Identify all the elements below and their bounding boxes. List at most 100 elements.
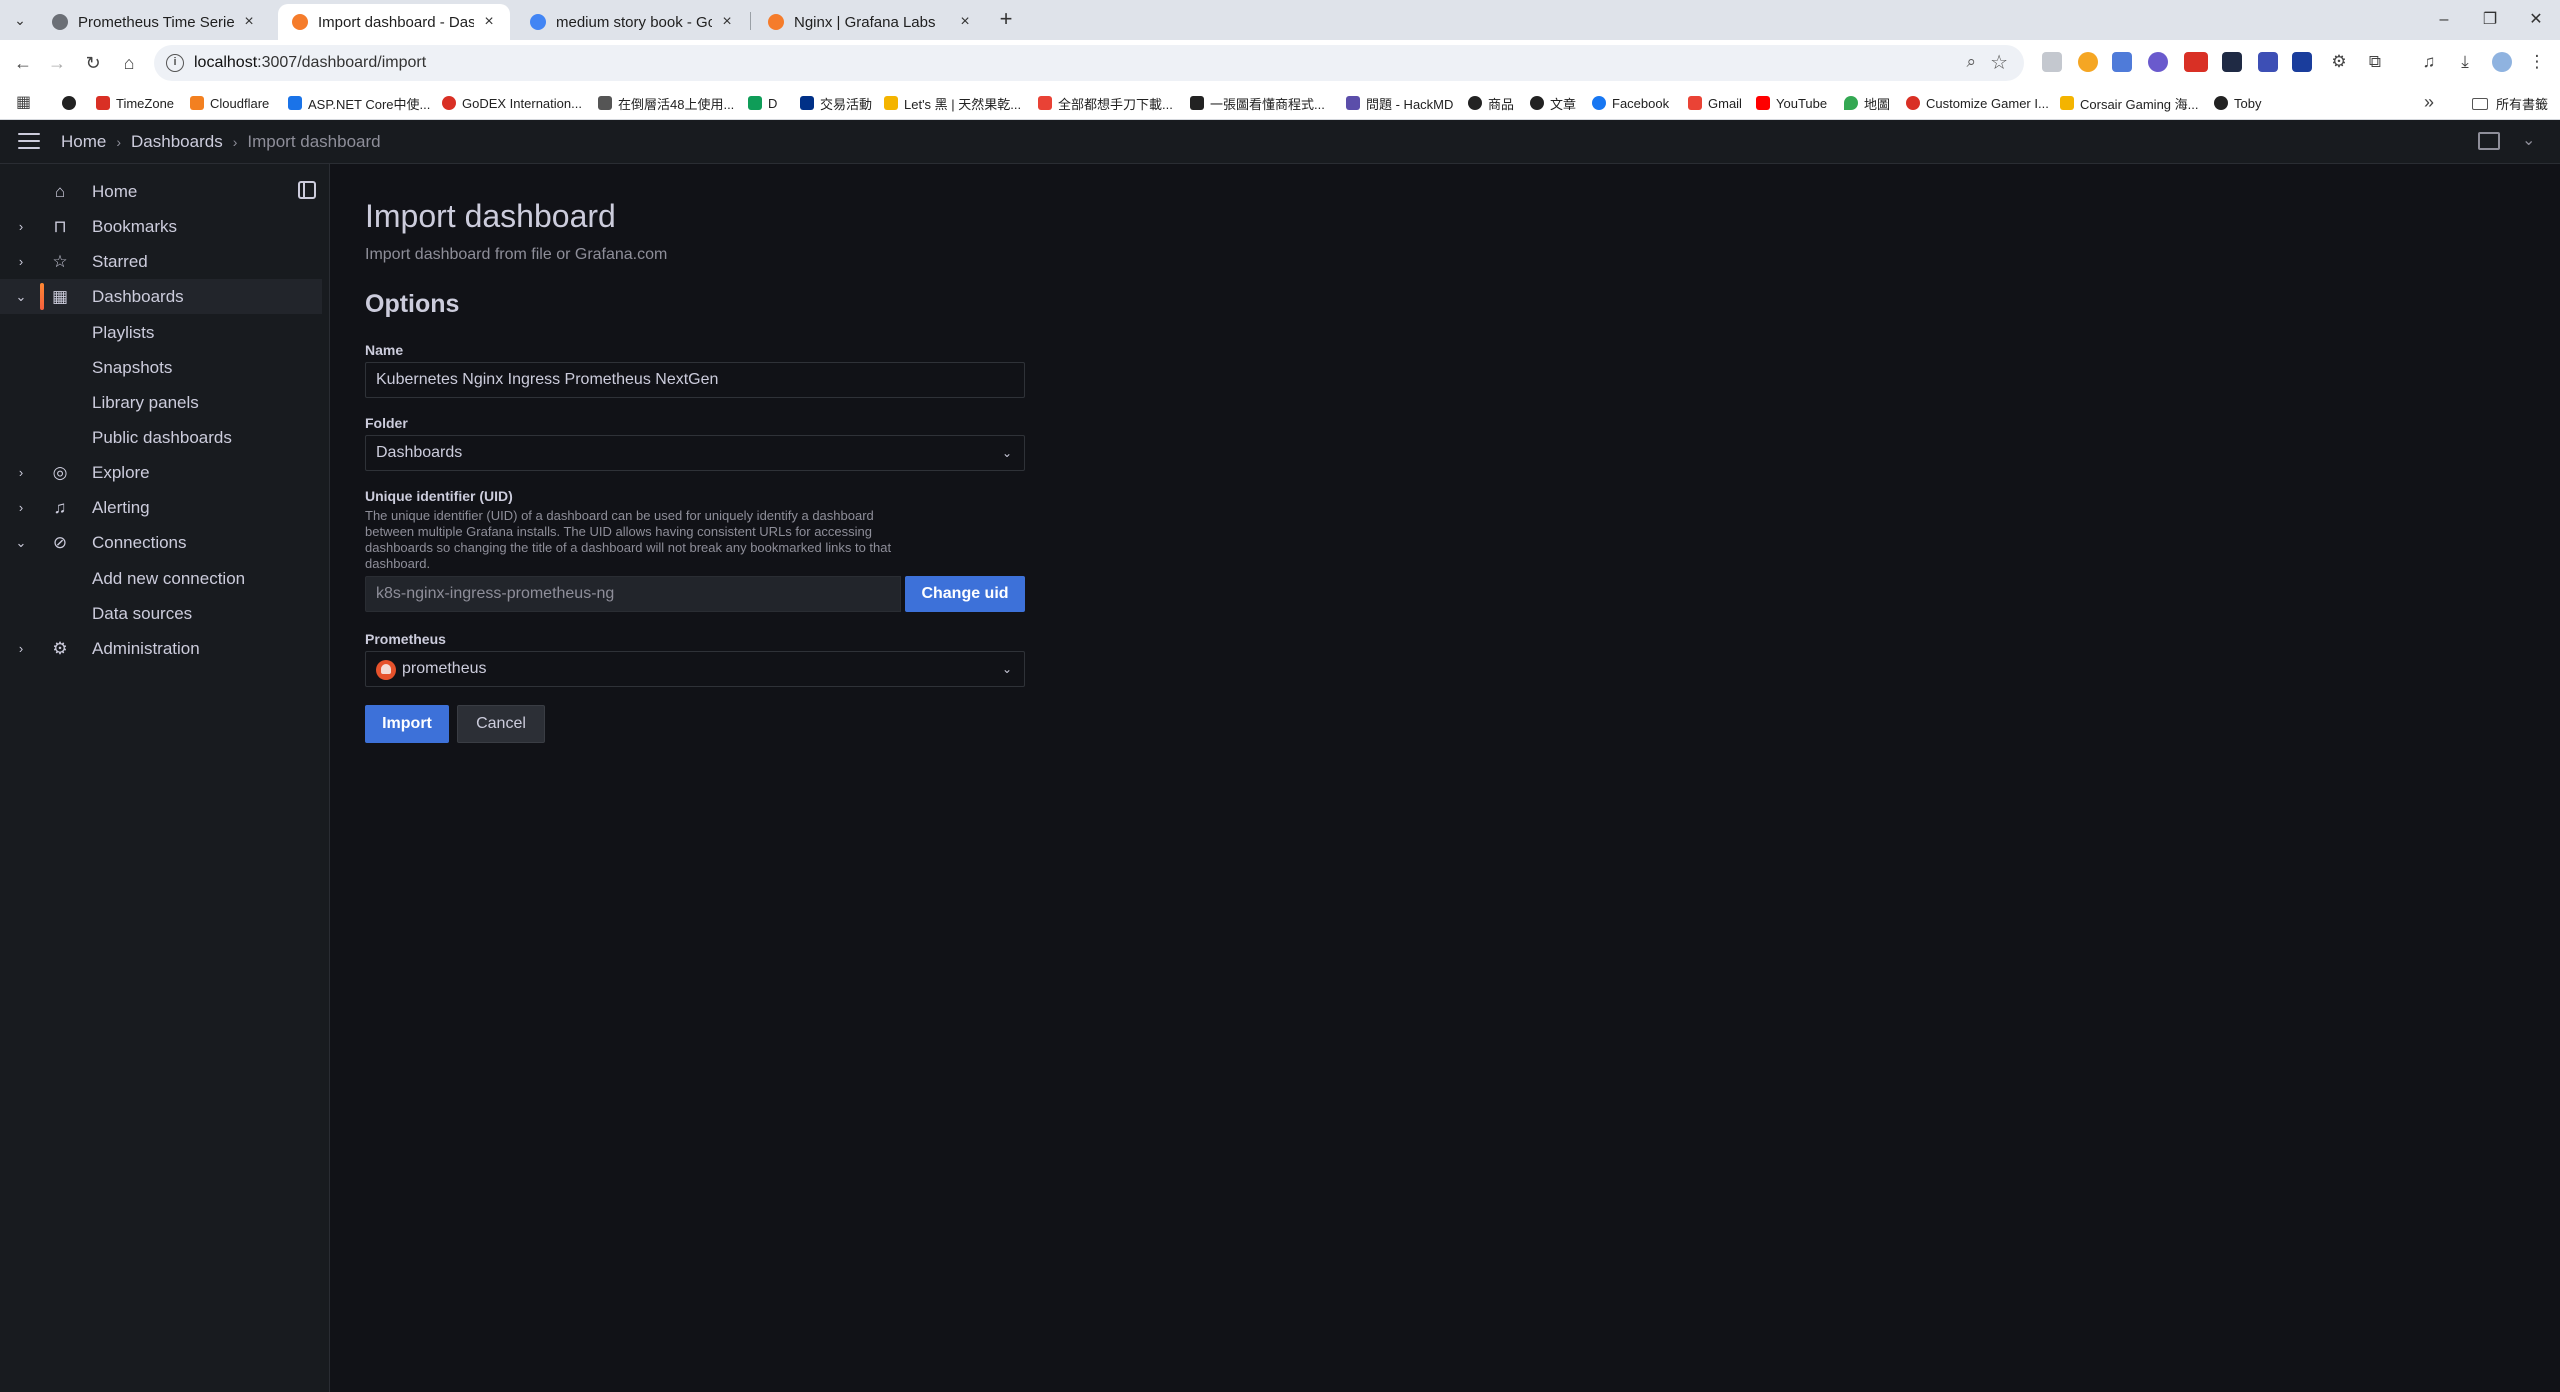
bookmark-item[interactable]: TimeZone bbox=[96, 94, 174, 112]
maps-icon bbox=[1844, 96, 1858, 110]
uid-input: k8s-nginx-ingress-prometheus-ng bbox=[365, 576, 901, 612]
address-bar[interactable]: i localhost:3007/dashboard/import ⌕ ☆ bbox=[154, 45, 2024, 81]
gmail-icon bbox=[1688, 96, 1702, 110]
sidebar-item-starred[interactable]: › ☆ Starred bbox=[0, 244, 322, 279]
chevron-right-icon[interactable]: › bbox=[14, 641, 28, 656]
sidebar-item-home[interactable]: ⌂ Home bbox=[0, 174, 322, 209]
bookmark-item[interactable]: D bbox=[748, 94, 777, 112]
sidebar-item-add-new-connection[interactable]: Add new connection bbox=[92, 569, 245, 589]
prometheus-datasource-select[interactable]: prometheus ⌄ bbox=[365, 651, 1025, 687]
minimize-icon[interactable]: – bbox=[2424, 6, 2464, 34]
chevron-down-icon[interactable]: ⌄ bbox=[14, 289, 28, 305]
extensions-puzzle-icon[interactable]: ⧉ bbox=[2364, 50, 2386, 74]
bookmark-item[interactable]: 文章 bbox=[1530, 94, 1576, 112]
extension-icon[interactable] bbox=[2078, 52, 2098, 72]
sidebar-item-alerting[interactable]: › ♫ Alerting bbox=[0, 490, 322, 525]
zoom-icon[interactable]: ⌕ bbox=[1966, 52, 1976, 72]
menu-icon[interactable] bbox=[18, 133, 40, 151]
uid-description: The unique identifier (UID) of a dashboa… bbox=[365, 508, 892, 571]
close-icon[interactable]: × bbox=[718, 13, 736, 31]
chevron-right-icon[interactable]: › bbox=[14, 465, 28, 480]
close-icon[interactable]: × bbox=[956, 13, 974, 31]
sidebar-item-library-panels[interactable]: Library panels bbox=[92, 393, 199, 413]
bookmark-item[interactable]: Customize Gamer I... bbox=[1906, 94, 2049, 112]
extension-icon[interactable] bbox=[2222, 52, 2242, 72]
back-icon[interactable]: ← bbox=[10, 50, 36, 76]
sidebar-item-administration[interactable]: › ⚙ Administration bbox=[0, 631, 322, 666]
bell-icon: ♫ bbox=[53, 497, 67, 517]
more-bookmarks-icon[interactable]: » bbox=[2424, 92, 2434, 113]
sidebar-item-dashboards[interactable]: ⌄ ▦ Dashboards bbox=[0, 279, 322, 314]
breadcrumb-dashboards[interactable]: Dashboards bbox=[131, 132, 223, 152]
new-tab-icon[interactable]: + bbox=[994, 8, 1018, 32]
extension-icon[interactable] bbox=[2042, 52, 2062, 72]
media-control-icon[interactable]: ♫ bbox=[2418, 50, 2440, 74]
tab-search-chevron-icon[interactable]: ⌄ bbox=[8, 8, 32, 32]
browser-tab-import-dashboard[interactable]: Import dashboard - Dashboa × bbox=[278, 4, 510, 40]
change-uid-button[interactable]: Change uid bbox=[905, 576, 1025, 612]
bookmark-item[interactable]: Facebook bbox=[1592, 94, 1669, 112]
all-bookmarks-folder[interactable]: 所有書籤 bbox=[2472, 94, 2548, 113]
extension-icon[interactable] bbox=[2292, 52, 2312, 72]
breadcrumb-home[interactable]: Home bbox=[61, 132, 106, 152]
browser-tab-prometheus[interactable]: Prometheus Time Series Colle × bbox=[38, 4, 270, 40]
download-icon[interactable]: ⤓ bbox=[2454, 50, 2476, 74]
browser-tab-google[interactable]: medium story book - Google × bbox=[516, 4, 748, 40]
bookmark-item[interactable]: 在倒層活48上使用... bbox=[598, 94, 734, 112]
name-input[interactable]: Kubernetes Nginx Ingress Prometheus Next… bbox=[365, 362, 1025, 398]
profile-avatar-icon[interactable] bbox=[2492, 52, 2512, 72]
bookmark-item[interactable]: Corsair Gaming 海... bbox=[2060, 94, 2198, 112]
chevron-right-icon[interactable]: › bbox=[14, 254, 28, 269]
sidebar-item-connections[interactable]: ⌄ ⊘ Connections bbox=[0, 525, 322, 560]
apps-grid-icon[interactable]: ▦ bbox=[16, 94, 34, 112]
cancel-button[interactable]: Cancel bbox=[457, 705, 545, 743]
bookmark-item[interactable]: Gmail bbox=[1688, 94, 1742, 112]
translate-extension-icon[interactable] bbox=[2112, 52, 2132, 72]
bookmark-item[interactable]: GoDEX Internation... bbox=[442, 94, 582, 112]
tab-title: Import dashboard - Dashboa bbox=[318, 13, 474, 31]
chevron-right-icon[interactable]: › bbox=[14, 500, 28, 515]
sidebar-item-explore[interactable]: › ◎ Explore bbox=[0, 455, 322, 490]
browser-tab-nginx-grafana[interactable]: Nginx | Grafana Labs × bbox=[754, 4, 986, 40]
bookmark-favicon-icon bbox=[442, 96, 456, 110]
sidebar-item-playlists[interactable]: Playlists bbox=[92, 323, 154, 343]
bookmark-item[interactable]: YouTube bbox=[1756, 94, 1827, 112]
folder-select[interactable]: Dashboards ⌄ bbox=[365, 435, 1025, 471]
bookmark-item[interactable]: 全部都想手刀下載... bbox=[1038, 94, 1173, 112]
browser-menu-icon[interactable]: ⋮ bbox=[2526, 50, 2548, 74]
sidebar-item-label: Home bbox=[92, 181, 138, 201]
window-close-icon[interactable]: ✕ bbox=[2516, 6, 2556, 34]
sidebar-item-data-sources[interactable]: Data sources bbox=[92, 604, 192, 624]
bookmark-item[interactable]: ASP.NET Core中使... bbox=[288, 94, 430, 112]
settings-extension-icon[interactable]: ⚙ bbox=[2328, 50, 2350, 74]
bookmark-item[interactable]: 商品 bbox=[1468, 94, 1514, 112]
close-icon[interactable]: × bbox=[480, 13, 498, 31]
sidebar-item-bookmarks[interactable]: › ⊓ Bookmarks bbox=[0, 209, 322, 244]
chevron-right-icon[interactable]: › bbox=[14, 219, 28, 234]
sidebar-item-public-dashboards[interactable]: Public dashboards bbox=[92, 428, 232, 448]
chevron-down-icon[interactable]: ⌄ bbox=[14, 535, 28, 551]
bookmark-item[interactable]: Let's 黑 | 天然果乾... bbox=[884, 94, 1021, 112]
bookmark-item[interactable]: 問題 - HackMD bbox=[1346, 94, 1453, 112]
bookmark-item[interactable]: 交易活動 bbox=[800, 94, 872, 112]
extension-icon[interactable] bbox=[2148, 52, 2168, 72]
forward-icon[interactable]: → bbox=[44, 50, 70, 76]
bookmark-star-icon[interactable]: ☆ bbox=[1990, 50, 2008, 75]
close-icon[interactable]: × bbox=[240, 13, 258, 31]
sidebar-item-label: Bookmarks bbox=[92, 216, 178, 236]
home-icon[interactable]: ⌂ bbox=[116, 50, 142, 76]
restore-icon[interactable]: ❐ bbox=[2470, 6, 2510, 34]
extension-new-icon[interactable] bbox=[2184, 52, 2208, 72]
sidebar-item-snapshots[interactable]: Snapshots bbox=[92, 358, 172, 378]
bookmark-item[interactable] bbox=[62, 94, 82, 112]
site-info-icon[interactable]: i bbox=[166, 54, 184, 72]
bookmark-item[interactable]: Cloudflare bbox=[190, 94, 269, 112]
chevron-down-icon[interactable]: ⌄ bbox=[2522, 130, 2535, 150]
bookmark-item[interactable]: 一張圖看懂商程式... bbox=[1190, 94, 1325, 112]
bookmark-item[interactable]: Toby bbox=[2214, 94, 2261, 112]
bookmark-item[interactable]: 地圖 bbox=[1844, 94, 1890, 112]
kiosk-mode-icon[interactable] bbox=[2478, 132, 2500, 150]
reload-icon[interactable]: ↻ bbox=[80, 50, 106, 76]
extension-icon[interactable] bbox=[2258, 52, 2278, 72]
import-button[interactable]: Import bbox=[365, 705, 449, 743]
